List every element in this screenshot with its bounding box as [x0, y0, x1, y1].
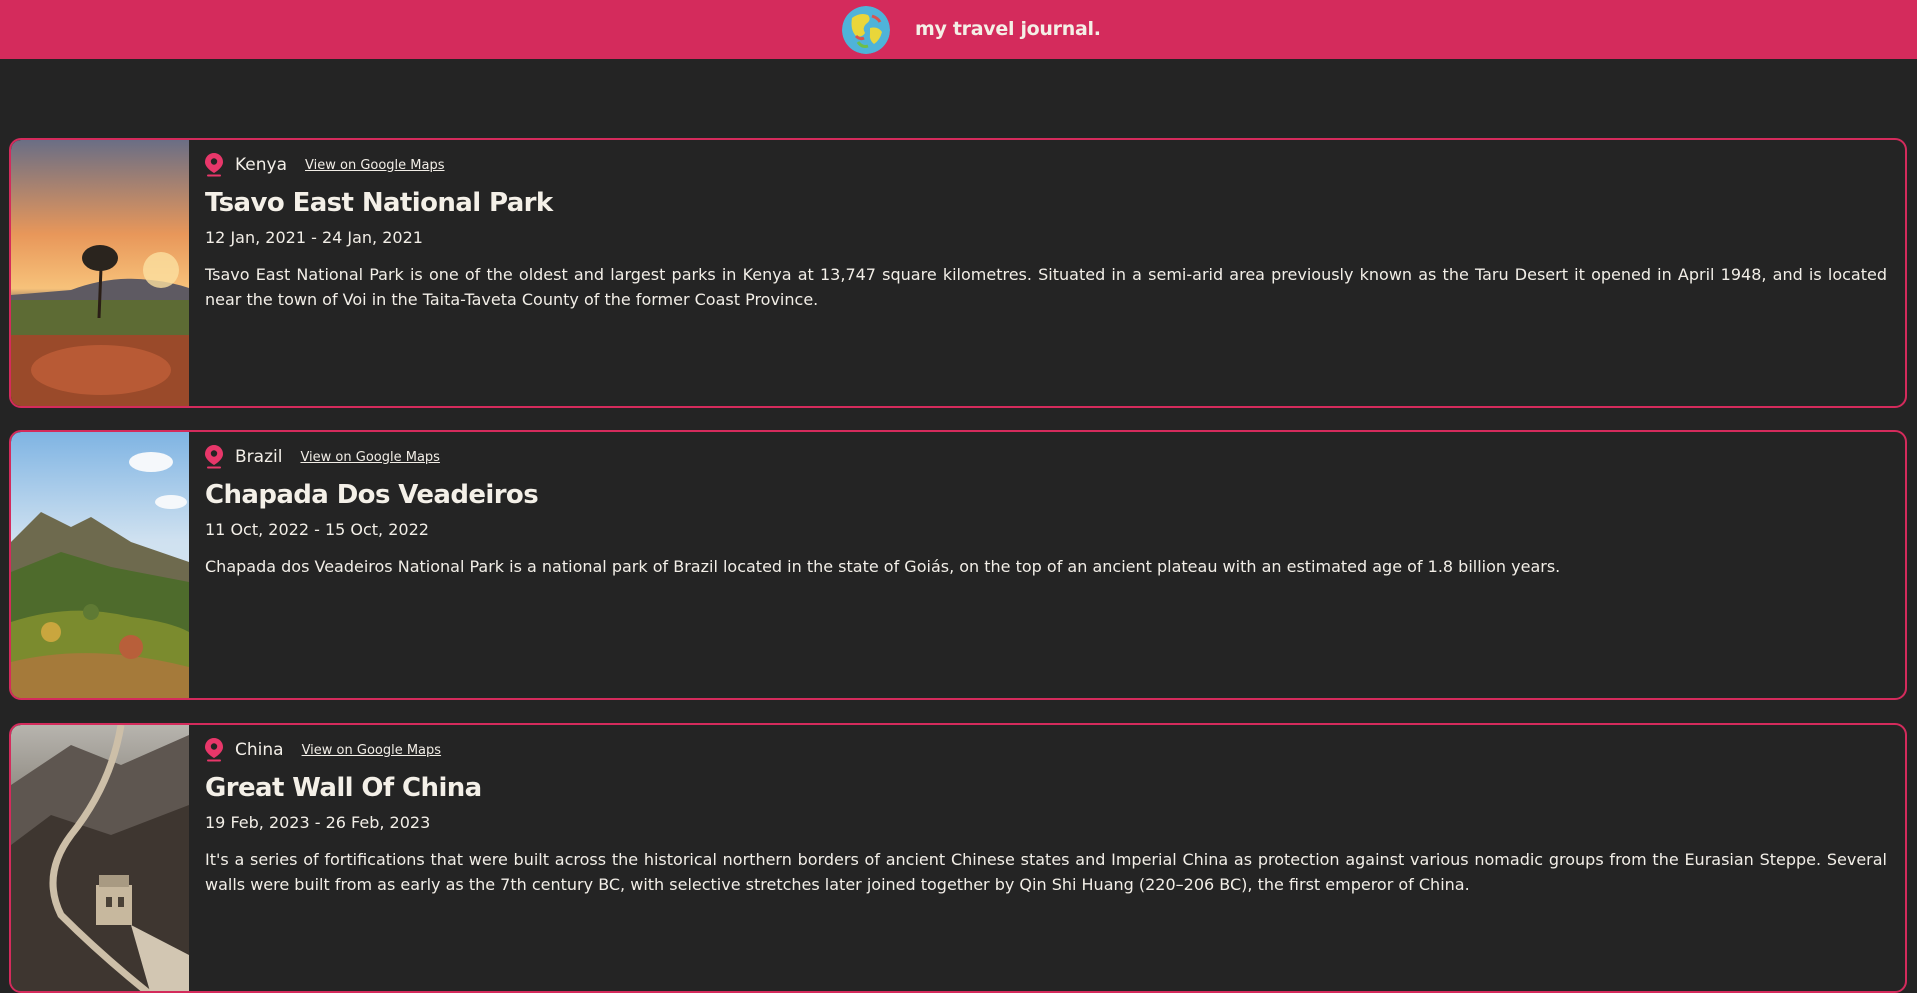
google-maps-link[interactable]: View on Google Maps: [305, 158, 445, 173]
entry-title: Chapada Dos Veadeiros: [205, 480, 539, 510]
app-header: my travel journal.: [0, 0, 1917, 59]
entry-title: Great Wall Of China: [205, 773, 482, 803]
journal-entry-card: Brazil View on Google Maps Chapada Dos V…: [9, 430, 1907, 700]
journal-entry-card: China View on Google Maps Great Wall Of …: [9, 723, 1907, 993]
entry-description: Chapada dos Veadeiros National Park is a…: [205, 557, 1561, 576]
google-maps-link[interactable]: View on Google Maps: [300, 450, 440, 465]
entry-title: Tsavo East National Park: [205, 188, 553, 218]
entry-dates: 19 Feb, 2023 - 26 Feb, 2023: [205, 813, 431, 832]
google-maps-link[interactable]: View on Google Maps: [302, 743, 442, 758]
entry-photo-chapada: [11, 432, 189, 698]
location-pin-icon: [205, 445, 223, 469]
journal-entry-card: Kenya View on Google Maps Tsavo East Nat…: [9, 138, 1907, 408]
location-pin-icon: [205, 153, 223, 177]
app-title: my travel journal.: [915, 18, 1101, 40]
globe-icon: [842, 6, 890, 54]
entry-photo-great-wall: [11, 725, 189, 991]
entry-dates: 11 Oct, 2022 - 15 Oct, 2022: [205, 520, 429, 539]
entry-dates: 12 Jan, 2021 - 24 Jan, 2021: [205, 228, 423, 247]
entry-country: China: [235, 740, 284, 760]
location-pin-icon: [205, 738, 223, 762]
entry-photo-tsavo: [11, 140, 189, 406]
entry-description: Tsavo East National Park is one of the o…: [205, 265, 1887, 309]
entry-description: It's a series of fortifications that wer…: [205, 850, 1887, 894]
entry-country: Brazil: [235, 447, 283, 467]
entry-country: Kenya: [235, 155, 288, 175]
